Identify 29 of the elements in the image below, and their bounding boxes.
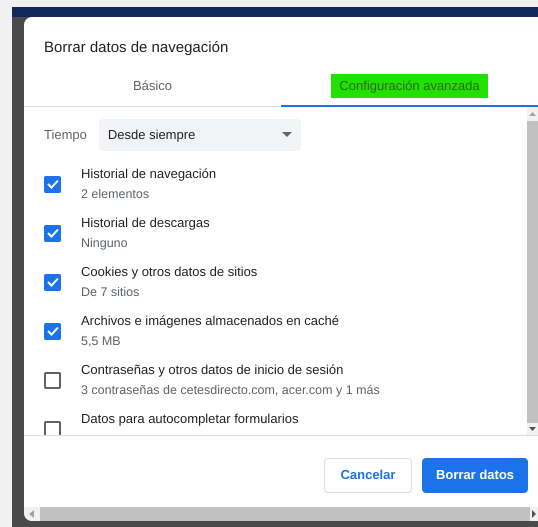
tab[interactable]: Básico (24, 67, 281, 107)
item-title: Cookies y otros datos de sitios (81, 262, 258, 281)
horizontal-scrollbar[interactable] (24, 507, 538, 521)
checkbox[interactable] (44, 420, 61, 435)
time-range-dropdown[interactable]: Desde siempre (98, 118, 301, 151)
clear-data-button[interactable]: Borrar datos (422, 458, 528, 493)
item-detail: Ninguno (81, 234, 129, 252)
item-detail: 2 elementos (81, 186, 150, 203)
item-title: Contraseñas y otros datos de inicio de sesión (81, 360, 344, 379)
scroll-right-icon[interactable] (530, 507, 538, 521)
checkbox[interactable] (44, 322, 61, 340)
item-title: Historial de navegación (81, 164, 216, 183)
tab[interactable]: Configuración avanzada (281, 67, 538, 107)
checkbox[interactable] (44, 274, 61, 291)
checkbox[interactable] (44, 176, 61, 193)
item-title: Archivos e imágenes almacenados en caché (81, 312, 339, 330)
item-detail: De 7 sitios (81, 284, 140, 301)
item-detail: 5,5 MB (81, 332, 122, 350)
item-title: Historial de descargas (81, 214, 210, 232)
scroll-left-icon[interactable] (24, 507, 40, 521)
cancel-button[interactable]: Cancelar (324, 458, 412, 493)
checkbox[interactable] (44, 224, 61, 242)
checkbox[interactable] (44, 372, 61, 389)
item-title: Datos para autocompletar formularios (81, 410, 298, 428)
dialog-title: Borrar datos de navegación (43, 38, 230, 58)
item-detail: 3 contraseñas de cetesdirecto.com, acer.com y 1 más (81, 382, 380, 399)
time-range-label: Tiempo (44, 126, 87, 144)
vertical-scrollbar[interactable] (527, 106, 538, 435)
dropdown-caret-icon (282, 132, 292, 138)
